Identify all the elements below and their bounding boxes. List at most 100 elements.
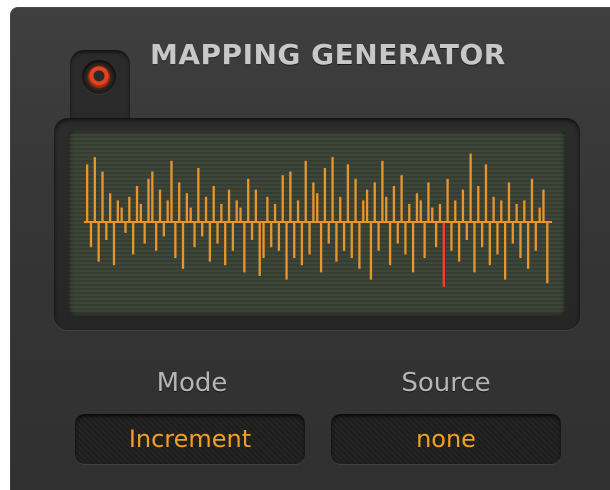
mapping-bar xyxy=(135,186,139,222)
mapping-bar xyxy=(308,222,311,255)
mapping-bar xyxy=(227,189,231,222)
mapping-bar xyxy=(503,222,507,280)
mapping-bar xyxy=(457,222,461,262)
mapping-bar xyxy=(266,196,269,222)
mapping-bar xyxy=(454,200,457,222)
mapping-bar xyxy=(212,186,215,222)
mapping-display xyxy=(68,130,566,316)
mapping-bar xyxy=(178,182,181,222)
mapping-bar xyxy=(350,222,353,258)
mapping-bar xyxy=(239,207,242,222)
mapping-bar xyxy=(296,200,300,222)
mapping-bar xyxy=(381,160,384,222)
mapping-bar xyxy=(277,222,281,251)
mapping-bar xyxy=(388,222,392,266)
mapping-bar xyxy=(507,182,511,222)
mapping-bar xyxy=(293,222,296,258)
mapping-bar xyxy=(132,222,135,255)
mapping-bar xyxy=(415,193,419,222)
mapping-bar-selected xyxy=(442,222,445,287)
mapping-bar xyxy=(250,222,254,240)
mapping-bar xyxy=(97,222,100,262)
mapping-bar xyxy=(480,222,484,248)
mapping-bar xyxy=(300,222,304,266)
mapping-bar xyxy=(411,222,415,273)
mapping-bar xyxy=(542,189,545,222)
mapping-bar xyxy=(201,222,204,237)
mapping-bar xyxy=(530,178,534,222)
mapping-bar xyxy=(484,164,488,222)
mapping-bar xyxy=(216,222,219,244)
mapping-bar xyxy=(193,222,196,248)
mapping-bar xyxy=(158,189,162,222)
mapping-bar xyxy=(312,182,315,222)
mapping-bar xyxy=(262,222,265,258)
mapping-bar xyxy=(181,222,185,269)
mapping-bar xyxy=(431,207,434,222)
mapping-bar xyxy=(220,204,223,222)
mapping-bar xyxy=(147,178,150,222)
mapping-bar xyxy=(358,222,361,269)
mapping-bar xyxy=(151,171,154,222)
mapping-bar xyxy=(354,178,357,222)
mapping-bar xyxy=(109,193,112,222)
mapping-bar xyxy=(392,186,396,222)
mapping-bar xyxy=(143,222,146,244)
mapping-bar xyxy=(369,222,373,280)
mapping-bar xyxy=(166,200,169,222)
mapping-bar xyxy=(362,200,365,222)
mapping-bar xyxy=(511,222,514,244)
mapping-bar xyxy=(224,222,227,266)
mapping-bar xyxy=(162,222,165,237)
mapping-bar xyxy=(496,222,499,255)
mapping-bar xyxy=(488,222,491,266)
mapping-bar xyxy=(450,222,453,251)
mapping-bar xyxy=(285,222,288,280)
mapping-bar xyxy=(243,222,246,273)
mapping-bar xyxy=(365,189,369,222)
mapping-bar xyxy=(477,186,480,222)
mapping-bar xyxy=(519,222,522,258)
mapping-bar xyxy=(396,222,399,244)
mapping-bar xyxy=(281,175,284,222)
mapping-bar xyxy=(492,196,495,222)
source-label: Source xyxy=(401,368,491,398)
mapping-bar xyxy=(304,160,307,222)
mapping-bar xyxy=(335,222,338,262)
mapping-bar xyxy=(534,222,537,251)
mapping-bar xyxy=(446,178,449,222)
mapping-bar xyxy=(174,222,177,258)
mapping-bar xyxy=(273,204,277,222)
mapping-bar xyxy=(377,222,380,251)
mapping-bar xyxy=(323,168,327,222)
mapping-bar xyxy=(247,178,250,222)
mode-label: Mode xyxy=(156,368,228,398)
source-selector[interactable]: none xyxy=(331,414,561,464)
mapping-bar xyxy=(419,200,422,222)
mapping-bar xyxy=(469,153,472,222)
mapping-bar xyxy=(258,222,261,276)
mapping-bar xyxy=(120,207,123,222)
mapping-bar xyxy=(346,164,350,222)
mapping-bar xyxy=(319,222,323,273)
mapping-bar xyxy=(101,171,104,222)
mapping-bar xyxy=(404,222,407,255)
mapping-bar xyxy=(185,193,188,222)
mapping-bar xyxy=(231,222,235,251)
mapping-bar xyxy=(86,164,89,222)
power-button[interactable] xyxy=(82,60,116,94)
power-led-icon xyxy=(88,66,110,88)
mapping-bar xyxy=(170,160,173,222)
mapping-bar xyxy=(112,222,116,266)
mapping-bar xyxy=(473,222,476,273)
mapping-bar xyxy=(270,222,273,248)
mode-selector[interactable]: Increment xyxy=(75,414,305,464)
mapping-bar xyxy=(373,182,376,222)
mapping-bar xyxy=(316,193,319,222)
mapping-bar xyxy=(235,200,238,222)
mapping-bar xyxy=(342,222,346,251)
mapping-bar xyxy=(526,222,530,269)
mapping-bar xyxy=(434,222,438,248)
mapping-bar xyxy=(331,157,334,222)
mapping-bar xyxy=(438,204,442,222)
